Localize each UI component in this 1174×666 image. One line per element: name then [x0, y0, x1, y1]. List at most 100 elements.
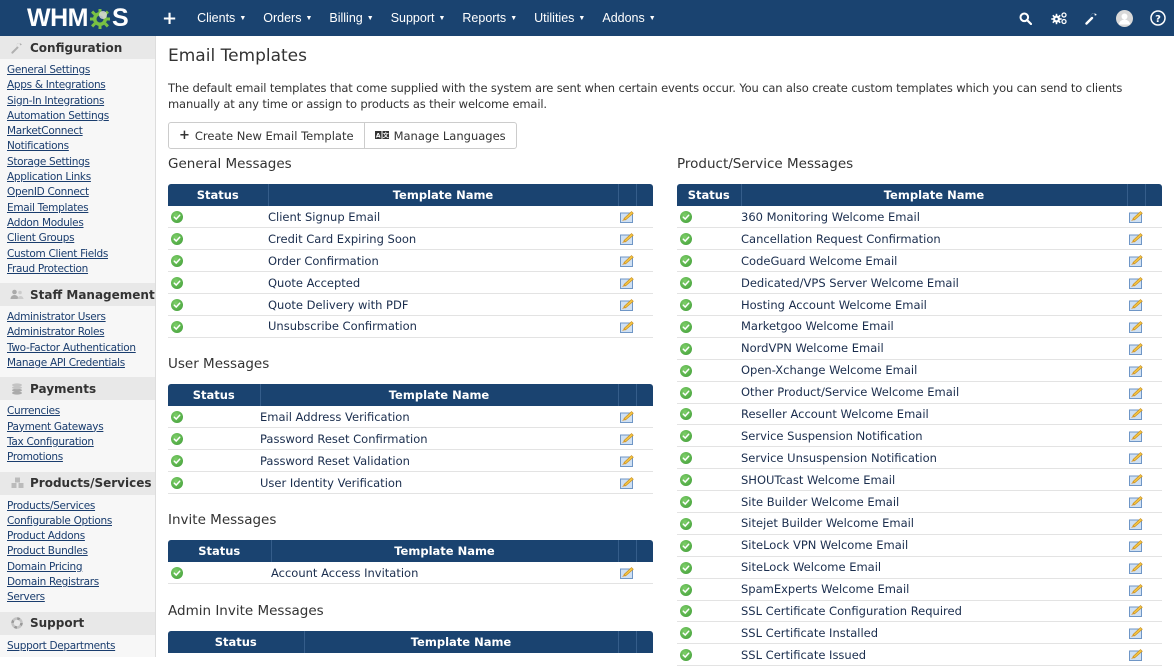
status-active-icon[interactable] — [680, 517, 692, 530]
edit-template-icon[interactable] — [1128, 538, 1143, 552]
edit-template-icon[interactable] — [1128, 276, 1143, 290]
status-active-icon[interactable] — [171, 455, 183, 468]
status-active-icon[interactable] — [680, 320, 692, 333]
edit-template-icon[interactable] — [1128, 298, 1143, 312]
edit-template-icon[interactable] — [1128, 341, 1143, 355]
column-header-template-name[interactable]: Template Name — [740, 184, 1127, 206]
sidebar-item-fraud-protection[interactable]: Fraud Protection — [7, 262, 155, 277]
sidebar-item-storage-settings[interactable]: Storage Settings — [7, 155, 155, 170]
help-icon[interactable]: ? — [1141, 0, 1174, 36]
edit-template-icon[interactable] — [1128, 210, 1143, 224]
sidebar-item-custom-client-fields[interactable]: Custom Client Fields — [7, 247, 155, 262]
status-active-icon[interactable] — [680, 583, 692, 596]
edit-template-icon[interactable] — [1128, 604, 1143, 618]
edit-template-icon[interactable] — [619, 454, 634, 468]
edit-template-icon[interactable] — [1128, 232, 1143, 246]
sidebar-item-domain-pricing[interactable]: Domain Pricing — [7, 560, 155, 575]
edit-template-icon[interactable] — [1128, 429, 1143, 443]
status-active-icon[interactable] — [171, 567, 183, 580]
edit-template-icon[interactable] — [619, 432, 634, 446]
edit-template-icon[interactable] — [619, 319, 634, 333]
edit-template-icon[interactable] — [1128, 495, 1143, 509]
sidebar-item-openid-connect[interactable]: OpenID Connect — [7, 185, 155, 200]
status-active-icon[interactable] — [171, 411, 183, 424]
status-active-icon[interactable] — [171, 277, 183, 290]
sidebar-item-application-links[interactable]: Application Links — [7, 170, 155, 185]
user-avatar-icon[interactable] — [1108, 0, 1141, 36]
sidebar-item-sign-in-integrations[interactable]: Sign-In Integrations — [7, 94, 155, 109]
sidebar-item-marketconnect[interactable]: MarketConnect — [7, 124, 155, 139]
sidebar-item-product-addons[interactable]: Product Addons — [7, 529, 155, 544]
sidebar-item-apps-integrations[interactable]: Apps & Integrations — [7, 78, 155, 93]
column-header-template-name[interactable]: Template Name — [270, 540, 618, 562]
column-header-status[interactable]: Status — [168, 384, 260, 406]
sidebar-item-promotions[interactable]: Promotions — [7, 450, 155, 465]
menu-billing[interactable]: Billing ▼ — [329, 11, 373, 25]
wrench-icon[interactable] — [1075, 0, 1108, 36]
menu-utilities[interactable]: Utilities ▼ — [534, 11, 585, 25]
sidebar-item-administrator-roles[interactable]: Administrator Roles — [7, 325, 155, 340]
edit-template-icon[interactable] — [1128, 363, 1143, 377]
column-header-status[interactable]: Status — [168, 540, 271, 562]
sidebar-item-configurable-options[interactable]: Configurable Options — [7, 514, 155, 529]
status-active-icon[interactable] — [680, 299, 692, 311]
sidebar-item-two-factor-authentication[interactable]: Two-Factor Authentication — [7, 341, 155, 356]
status-active-icon[interactable] — [171, 255, 183, 268]
column-header-status[interactable]: Status — [168, 631, 304, 653]
menu-orders[interactable]: Orders ▼ — [263, 11, 312, 25]
whmcs-logo[interactable]: WHM S — [27, 4, 129, 33]
edit-template-icon[interactable] — [619, 566, 634, 580]
status-active-icon[interactable] — [680, 342, 692, 355]
sidebar-item-administrator-users[interactable]: Administrator Users — [7, 310, 155, 325]
status-active-icon[interactable] — [171, 320, 183, 333]
add-new-button[interactable]: + — [162, 8, 177, 29]
sidebar-item-notifications[interactable]: Notifications — [7, 139, 155, 154]
edit-template-icon[interactable] — [1128, 582, 1143, 596]
status-active-icon[interactable] — [680, 408, 692, 421]
status-active-icon[interactable] — [680, 649, 692, 662]
sidebar-item-email-templates[interactable]: Email Templates — [7, 201, 155, 216]
status-active-icon[interactable] — [171, 211, 183, 224]
create-template-button[interactable]: + Create New Email Template — [169, 123, 364, 148]
status-active-icon[interactable] — [680, 627, 692, 640]
status-active-icon[interactable] — [680, 255, 692, 268]
edit-template-icon[interactable] — [1128, 319, 1143, 333]
status-active-icon[interactable] — [680, 364, 692, 377]
menu-clients[interactable]: Clients ▼ — [197, 11, 246, 25]
sidebar-item-currencies[interactable]: Currencies — [7, 404, 155, 419]
status-active-icon[interactable] — [680, 561, 692, 574]
edit-template-icon[interactable] — [1128, 451, 1143, 465]
edit-template-icon[interactable] — [619, 254, 634, 268]
sidebar-item-addon-modules[interactable]: Addon Modules — [7, 216, 155, 231]
status-active-icon[interactable] — [680, 496, 692, 509]
column-header-template-name[interactable]: Template Name — [267, 184, 618, 206]
automation-gears-icon[interactable] — [1042, 0, 1075, 36]
manage-languages-button[interactable]: A文 Manage Languages — [363, 123, 516, 148]
status-active-icon[interactable] — [680, 430, 692, 443]
edit-template-icon[interactable] — [1128, 626, 1143, 640]
edit-template-icon[interactable] — [619, 298, 634, 312]
edit-template-icon[interactable] — [1128, 473, 1143, 487]
column-header-status[interactable]: Status — [677, 184, 741, 206]
status-active-icon[interactable] — [680, 386, 692, 399]
edit-template-icon[interactable] — [619, 276, 634, 290]
status-active-icon[interactable] — [171, 433, 183, 446]
column-header-status[interactable]: Status — [168, 184, 268, 206]
sidebar-item-tax-configuration[interactable]: Tax Configuration — [7, 435, 155, 450]
menu-addons[interactable]: Addons ▼ — [602, 11, 655, 25]
edit-template-icon[interactable] — [619, 210, 634, 224]
edit-template-icon[interactable] — [619, 232, 634, 246]
edit-template-icon[interactable] — [1128, 407, 1143, 421]
edit-template-icon[interactable] — [1128, 560, 1143, 574]
sidebar-item-product-bundles[interactable]: Product Bundles — [7, 544, 155, 559]
status-active-icon[interactable] — [680, 211, 692, 224]
sidebar-item-client-groups[interactable]: Client Groups — [7, 231, 155, 246]
status-active-icon[interactable] — [171, 477, 183, 490]
status-active-icon[interactable] — [680, 474, 692, 487]
edit-template-icon[interactable] — [1128, 516, 1143, 530]
menu-reports[interactable]: Reports ▼ — [462, 11, 517, 25]
status-active-icon[interactable] — [680, 277, 692, 290]
menu-support[interactable]: Support ▼ — [391, 11, 446, 25]
status-active-icon[interactable] — [171, 233, 183, 246]
status-active-icon[interactable] — [171, 299, 183, 311]
